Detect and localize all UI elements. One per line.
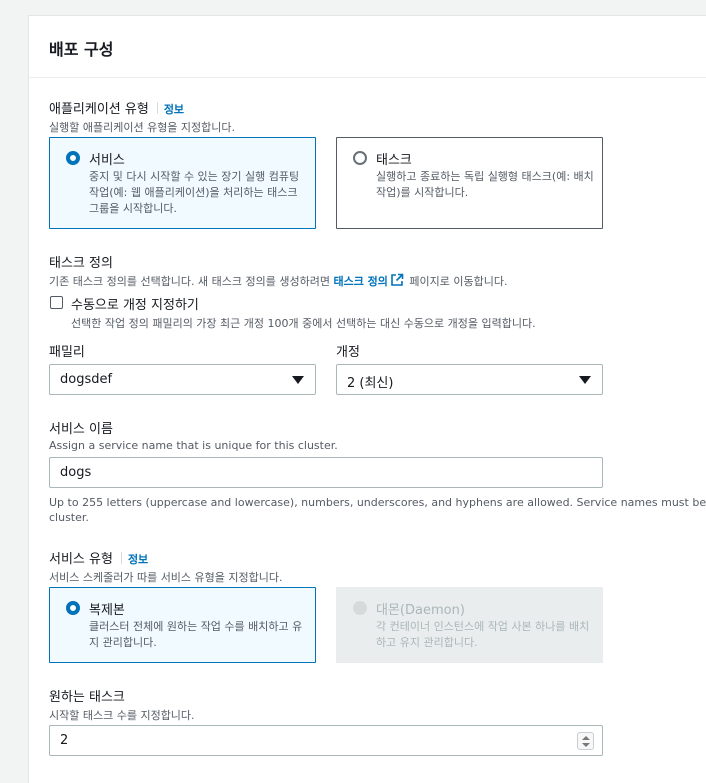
manual-revision-label[interactable]: 수동으로 개정 지정하기 <box>71 294 199 313</box>
service-name-constraint-cont: cluster. <box>49 511 89 524</box>
app-type-label-row: 애플리케이션 유형 정보 <box>49 98 184 117</box>
family-label: 패밀리 <box>49 345 85 360</box>
revision-value: 2 (최신) <box>347 376 394 391</box>
task-option-description: 실행하고 종료하는 독립 실행형 태스크(예: 배치 작업)를 시작합니다. <box>376 170 594 199</box>
daemon-radio <box>353 601 367 615</box>
replica-option-title: 복제본 <box>89 603 125 618</box>
desired-tasks-value: 2 <box>60 733 69 748</box>
app-type-option-task[interactable]: 태스크 실행하고 종료하는 독립 실행형 태스크(예: 배치 작업)를 시작합니… <box>336 137 603 229</box>
manual-revision-description: 선택한 작업 정의 패밀리의 가장 최근 개정 100개 중에서 선택하는 대신… <box>71 317 536 330</box>
service-type-option-replica[interactable]: 복제본 클러스터 전체에 원하는 작업 수를 배치하고 유지 관리합니다. <box>49 587 316 663</box>
app-type-info-link[interactable]: 정보 <box>164 103 184 116</box>
panel-title: 배포 구성 <box>49 40 114 59</box>
app-type-option-service[interactable]: 서비스 중지 및 다시 시작할 수 있는 장기 실행 컴퓨팅 작업(예: 웹 애… <box>49 137 316 229</box>
app-type-label: 애플리케이션 유형 <box>49 102 149 117</box>
task-def-desc-post: 페이지로 이동합니다. <box>409 275 508 288</box>
service-name-description: Assign a service name that is unique for… <box>49 439 338 452</box>
number-stepper-icon[interactable] <box>577 732 594 750</box>
replica-radio[interactable] <box>66 601 80 615</box>
divider <box>156 102 158 114</box>
daemon-option-description: 각 컨테이너 인스턴스에 작업 사본 하나를 배치하고 유지 관리합니다. <box>376 620 590 649</box>
caret-down-icon <box>579 376 591 384</box>
replica-option-description: 클러스터 전체에 원하는 작업 수를 배치하고 유지 관리합니다. <box>89 620 303 649</box>
service-name-input[interactable]: dogs <box>49 457 603 488</box>
service-type-label: 서비스 유형 <box>49 552 113 567</box>
desired-tasks-label: 원하는 태스크 <box>49 690 125 705</box>
revision-label: 개정 <box>336 345 360 360</box>
service-radio[interactable] <box>66 151 80 165</box>
app-type-description: 실행할 애플리케이션 유형을 지정합니다. <box>49 121 236 134</box>
task-radio[interactable] <box>353 151 367 165</box>
service-type-label-row: 서비스 유형 정보 <box>49 548 148 567</box>
service-type-option-daemon: 대몬(Daemon) 각 컨테이너 인스턴스에 작업 사본 하나를 배치하고 유… <box>336 587 603 663</box>
family-value: dogsdef <box>60 372 113 387</box>
panel-header: 배포 구성 <box>29 16 706 78</box>
task-option-title: 태스크 <box>376 153 412 168</box>
deployment-config-panel: 배포 구성 애플리케이션 유형 정보 실행할 애플리케이션 유형을 지정합니다. … <box>28 15 706 783</box>
daemon-option-title: 대몬(Daemon) <box>376 603 465 618</box>
manual-revision-checkbox[interactable] <box>50 296 63 309</box>
family-select[interactable]: dogsdef <box>49 364 316 395</box>
service-option-description: 중지 및 다시 시작할 수 있는 장기 실행 컴퓨팅 작업(예: 웹 애플리케이… <box>89 170 300 215</box>
task-def-desc-pre: 기존 태스크 정의를 선택합니다. 새 태스크 정의를 생성하려면 <box>49 275 330 288</box>
desired-tasks-input[interactable]: 2 <box>49 725 603 756</box>
divider <box>120 552 122 564</box>
external-link-icon[interactable] <box>390 273 404 287</box>
task-definition-label: 태스크 정의 <box>49 256 113 271</box>
task-definition-description: 기존 태스크 정의를 선택합니다. 새 태스크 정의를 생성하려면 태스크 정의… <box>49 273 508 289</box>
service-type-info-link[interactable]: 정보 <box>128 553 148 566</box>
task-definition-link[interactable]: 태스크 정의 <box>333 275 387 288</box>
service-type-description: 서비스 스케줄러가 따를 서비스 유형을 지정합니다. <box>49 571 283 584</box>
service-name-label: 서비스 이름 <box>49 422 113 437</box>
service-name-value: dogs <box>60 465 92 480</box>
service-option-title: 서비스 <box>89 153 125 168</box>
caret-down-icon <box>292 376 304 384</box>
desired-tasks-description: 시작할 태스크 수를 지정합니다. <box>49 709 195 722</box>
service-name-constraint: Up to 255 letters (uppercase and lowerca… <box>49 496 706 509</box>
revision-select[interactable]: 2 (최신) <box>336 364 603 395</box>
